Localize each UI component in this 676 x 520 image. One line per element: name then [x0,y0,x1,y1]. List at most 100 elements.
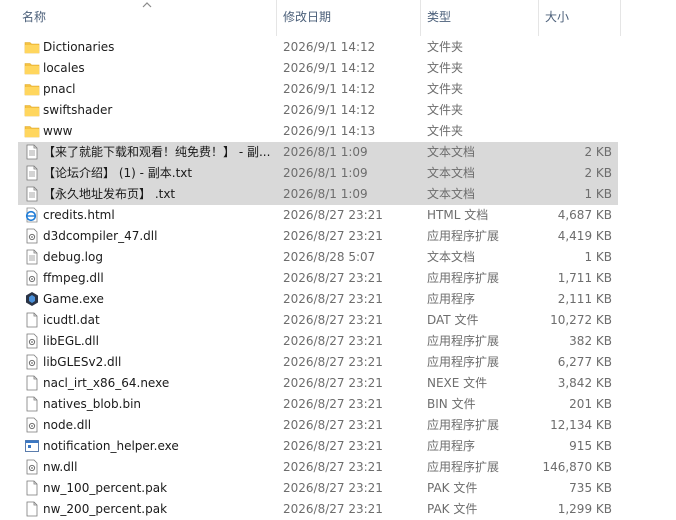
file-row[interactable]: swiftshader 2026/9/1 14:12 文件夹 [18,100,618,121]
file-date: 2026/8/27 23:21 [283,439,383,453]
file-name: notification_helper.exe [43,439,179,453]
file-size: 1 KB [584,187,612,201]
file-type: PAK 文件 [427,481,478,495]
game-exe-icon [24,291,40,307]
file-row[interactable]: icudtl.dat 2026/8/27 23:21 DAT 文件 10,272 KB [18,310,618,331]
folder-icon [24,123,40,139]
file-date: 2026/8/27 23:21 [283,229,383,243]
file-date: 2026/8/1 1:09 [283,145,368,159]
file-row[interactable]: libEGL.dll 2026/8/27 23:21 应用程序扩展 382 KB [18,331,618,352]
file-name: libGLESv2.dll [43,355,122,369]
column-divider[interactable] [276,0,277,36]
blank-file-icon [24,501,40,517]
file-type: 应用程序扩展 [427,229,500,243]
file-date: 2026/8/27 23:21 [283,313,383,327]
file-row[interactable]: pnacl 2026/9/1 14:12 文件夹 [18,79,618,100]
text-file-icon [24,249,40,265]
file-type: 应用程序扩展 [427,460,500,474]
file-row[interactable]: 【来了就能下载和观看！纯免费！】 - 副... 2026/8/1 1:09 文本文档… [18,142,618,163]
file-date: 2026/9/1 14:12 [283,40,376,54]
file-row[interactable]: credits.html 2026/8/27 23:21 HTML 文档 4,687 … [18,205,618,226]
file-row[interactable]: natives_blob.bin 2026/8/27 23:21 BIN 文件 201… [18,394,618,415]
text-file-icon [24,165,40,181]
file-name: 【论坛介绍】 (1) - 副本.txt [43,166,193,180]
file-date: 2026/9/1 14:12 [283,61,376,75]
html-file-icon [24,207,40,223]
file-date: 2026/8/27 23:21 [283,502,383,516]
file-name: credits.html [43,208,115,222]
file-type: 文本文档 [427,187,476,201]
file-row[interactable]: www 2026/9/1 14:13 文件夹 [18,121,618,142]
column-divider[interactable] [420,0,421,36]
file-row[interactable]: debug.log 2026/8/28 5:07 文本文档 1 KB [18,247,618,268]
file-type: BIN 文件 [427,397,476,411]
file-row[interactable]: 【论坛介绍】 (1) - 副本.txt 2026/8/1 1:09 文本文档 2 KB [18,163,618,184]
file-name: nw_200_percent.pak [43,502,168,516]
column-header-size[interactable]: 大小 [545,0,620,36]
file-name: swiftshader [43,103,113,117]
file-name: debug.log [43,250,103,264]
file-type: 文本文档 [427,250,476,264]
file-size: 6,277 KB [557,355,612,369]
dll-file-icon [24,228,40,244]
file-row[interactable]: d3dcompiler_47.dll 2026/8/27 23:21 应用程序扩展 4… [18,226,618,247]
file-row[interactable]: notification_helper.exe 2026/8/27 23:21 应用… [18,436,618,457]
file-date: 2026/8/27 23:21 [283,355,383,369]
file-date: 2026/9/1 14:12 [283,103,376,117]
text-file-icon [24,186,40,202]
file-date: 2026/8/27 23:21 [283,397,383,411]
file-row[interactable]: Game.exe 2026/8/27 23:21 应用程序 2,111 KB [18,289,618,310]
dll-file-icon [24,417,40,433]
column-header-type-label: 类型 [427,10,452,24]
column-header-name-label: 名称 [22,10,47,24]
file-date: 2026/8/28 5:07 [283,250,376,264]
file-name: Dictionaries [43,40,115,54]
dll-file-icon [24,354,40,370]
file-name: 【永久地址发布页】 .txt [43,187,176,201]
file-type: 文件夹 [427,40,464,54]
sort-ascending-icon [142,2,152,8]
file-row[interactable]: 【永久地址发布页】 .txt 2026/8/1 1:09 文本文档 1 KB [18,184,618,205]
file-name: nw.dll [43,460,78,474]
file-row[interactable]: nw_200_percent.pak 2026/8/27 23:21 PAK 文件 1… [18,499,618,520]
text-file-icon [24,144,40,160]
column-divider[interactable] [620,0,621,36]
file-type: 应用程序扩展 [427,355,500,369]
file-name: Game.exe [43,292,104,306]
blank-file-icon [24,375,40,391]
file-size: 382 KB [569,334,612,348]
file-type: 文本文档 [427,145,476,159]
file-size: 12,134 KB [550,418,612,432]
blank-file-icon [24,480,40,496]
file-size: 4,419 KB [557,229,612,243]
column-header-date[interactable]: 修改日期 [283,0,418,36]
file-row[interactable]: nw.dll 2026/8/27 23:21 应用程序扩展 146,870 KB [18,457,618,478]
file-name: pnacl [43,82,76,96]
file-size: 10,272 KB [550,313,612,327]
folder-icon [24,39,40,55]
file-date: 2026/8/27 23:21 [283,334,383,348]
file-date: 2026/8/27 23:21 [283,481,383,495]
file-date: 2026/8/27 23:21 [283,460,383,474]
file-row[interactable]: nw_100_percent.pak 2026/8/27 23:21 PAK 文件 7… [18,478,618,499]
file-date: 2026/8/27 23:21 [283,271,383,285]
file-type: 文件夹 [427,61,464,75]
file-type: 应用程序 [427,439,476,453]
folder-icon [24,60,40,76]
file-row[interactable]: node.dll 2026/8/27 23:21 应用程序扩展 12,134 KB [18,415,618,436]
file-row[interactable]: nacl_irt_x86_64.nexe 2026/8/27 23:21 NEXE … [18,373,618,394]
file-date: 2026/8/27 23:21 [283,208,383,222]
file-row[interactable]: libGLESv2.dll 2026/8/27 23:21 应用程序扩展 6,277 … [18,352,618,373]
file-row[interactable]: ffmpeg.dll 2026/8/27 23:21 应用程序扩展 1,711 KB [18,268,618,289]
file-date: 2026/8/27 23:21 [283,418,383,432]
column-divider[interactable] [538,0,539,36]
file-type: PAK 文件 [427,502,478,516]
file-type: 文件夹 [427,124,464,138]
file-size: 2 KB [584,145,612,159]
column-header-type[interactable]: 类型 [427,0,537,36]
file-row[interactable]: locales 2026/9/1 14:12 文件夹 [18,58,618,79]
file-name: www [43,124,73,138]
file-row[interactable]: Dictionaries 2026/9/1 14:12 文件夹 [18,37,618,58]
exe-file-icon [24,438,40,454]
file-date: 2026/9/1 14:12 [283,82,376,96]
